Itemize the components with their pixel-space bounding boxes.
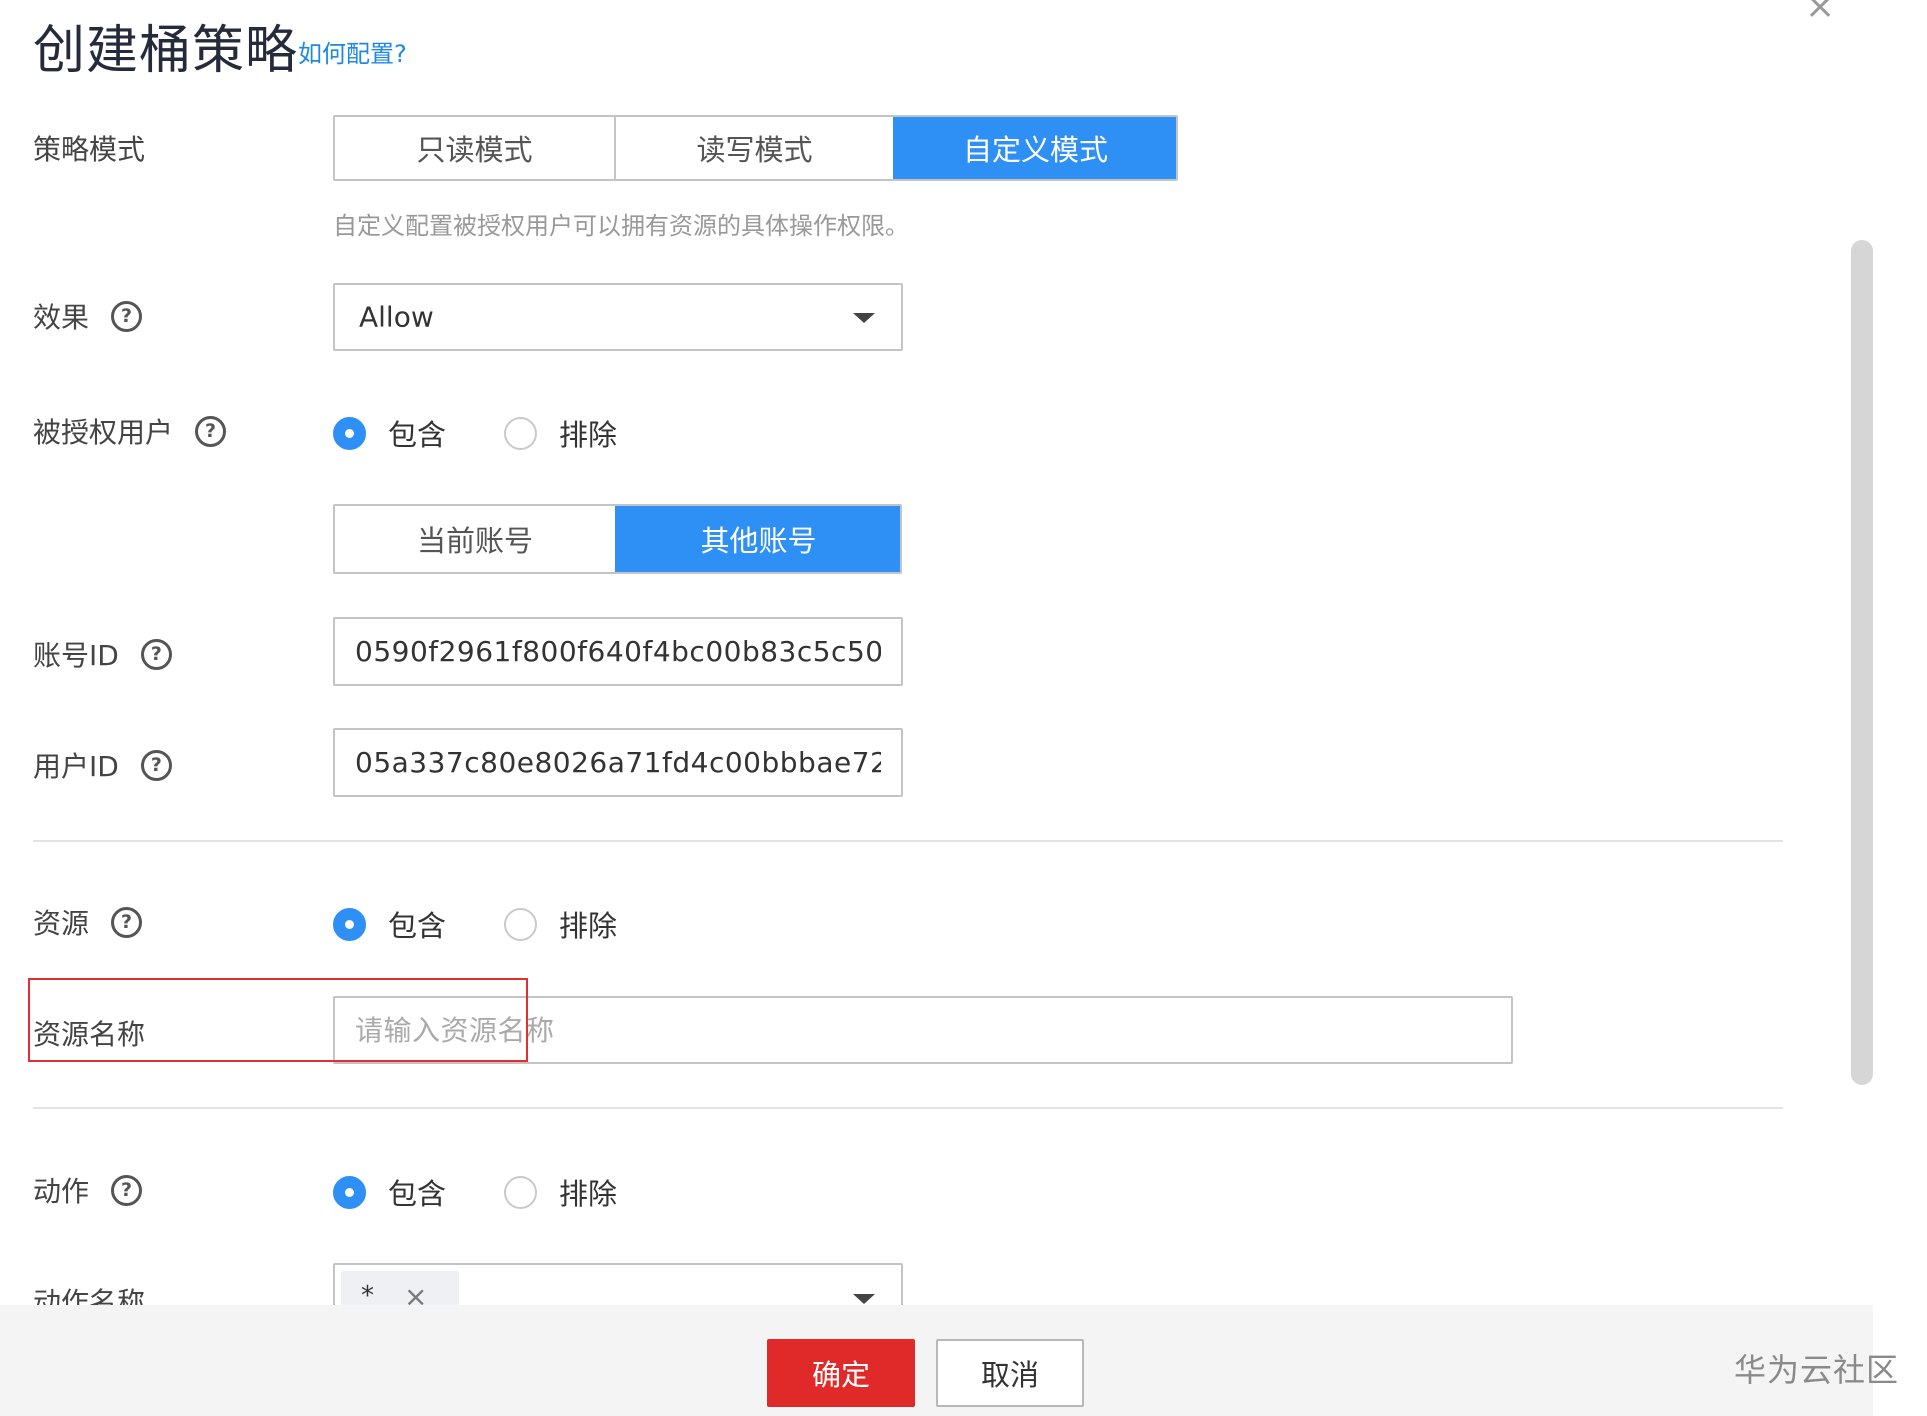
- radio-checked-icon: [333, 416, 366, 450]
- effect-select[interactable]: Allow: [333, 283, 903, 351]
- radio-checked-icon: [333, 907, 366, 941]
- authorized-users-label: 被授权用户 ?: [33, 411, 227, 451]
- help-circle-icon[interactable]: ?: [195, 415, 227, 447]
- action-label: 动作 ?: [33, 1170, 143, 1210]
- radio-label: 包含: [388, 1177, 447, 1211]
- resource-name-label: 资源名称: [33, 1013, 145, 1053]
- action-exclude-radio[interactable]: 排除: [504, 1171, 617, 1213]
- authorized-users-label-text: 被授权用户: [33, 416, 174, 449]
- radio-checked-icon: [333, 1175, 366, 1209]
- user-id-label: 用户ID ?: [33, 745, 172, 785]
- dialog-footer: 确定 取消: [0, 1305, 1873, 1416]
- cancel-button[interactable]: 取消: [936, 1339, 1084, 1407]
- resource-include-radio[interactable]: 包含: [333, 903, 446, 945]
- section-divider: [33, 1107, 1783, 1109]
- resource-label: 资源 ?: [33, 902, 143, 942]
- policy-mode-label: 策略模式: [33, 128, 145, 168]
- help-circle-icon[interactable]: ?: [111, 906, 143, 938]
- tab-current-account[interactable]: 当前账号: [335, 506, 615, 572]
- radio-label: 包含: [388, 909, 447, 943]
- policy-mode-readwrite[interactable]: 读写模式: [614, 117, 893, 179]
- tab-other-account[interactable]: 其他账号: [615, 506, 900, 572]
- confirm-button[interactable]: 确定: [767, 1339, 915, 1407]
- authorized-users-radio-group: 包含 排除: [333, 412, 617, 454]
- radio-label: 包含: [388, 418, 447, 452]
- policy-mode-readonly[interactable]: 只读模式: [335, 117, 614, 179]
- authorized-users-exclude-radio[interactable]: 排除: [504, 412, 617, 454]
- effect-select-value: Allow: [359, 300, 434, 334]
- radio-label: 排除: [559, 418, 618, 452]
- action-label-text: 动作: [33, 1175, 90, 1208]
- resource-name-input[interactable]: [333, 996, 1513, 1064]
- policy-mode-custom[interactable]: 自定义模式: [893, 117, 1176, 179]
- help-circle-icon[interactable]: ?: [140, 749, 172, 781]
- effect-label: 效果 ?: [33, 296, 143, 336]
- policy-mode-segmented: 只读模式 读写模式 自定义模式: [333, 115, 1178, 181]
- scrollbar-thumb[interactable]: [1851, 240, 1873, 1085]
- resource-exclude-radio[interactable]: 排除: [504, 903, 617, 945]
- help-circle-icon[interactable]: ?: [111, 1174, 143, 1206]
- action-radio-group: 包含 排除: [333, 1171, 617, 1213]
- policy-mode-label-text: 策略模式: [33, 133, 146, 166]
- user-id-label-text: 用户ID: [33, 750, 119, 783]
- caret-down-icon: [853, 1294, 875, 1304]
- radio-unchecked-icon: [504, 907, 538, 941]
- radio-label: 排除: [559, 909, 618, 943]
- help-link[interactable]: 如何配置?: [298, 34, 407, 69]
- resource-name-label-text: 资源名称: [33, 1018, 146, 1051]
- authorized-users-include-radio[interactable]: 包含: [333, 412, 446, 454]
- section-divider: [33, 840, 1783, 842]
- close-icon[interactable]: ×: [1805, 0, 1835, 27]
- dialog-title: 创建桶策略: [33, 21, 299, 81]
- radio-unchecked-icon: [504, 416, 538, 450]
- action-include-radio[interactable]: 包含: [333, 1171, 446, 1213]
- effect-label-text: 效果: [33, 301, 90, 334]
- radio-label: 排除: [559, 1177, 618, 1211]
- account-id-label-text: 账号ID: [33, 639, 119, 672]
- caret-down-icon: [853, 313, 875, 323]
- account-id-label: 账号ID ?: [33, 634, 172, 674]
- radio-unchecked-icon: [504, 1175, 538, 1209]
- help-circle-icon[interactable]: ?: [140, 638, 172, 670]
- policy-mode-hint: 自定义配置被授权用户可以拥有资源的具体操作权限。: [333, 212, 909, 240]
- account-id-input[interactable]: [333, 617, 903, 686]
- resource-label-text: 资源: [33, 907, 90, 940]
- account-type-segmented: 当前账号 其他账号: [333, 504, 902, 574]
- user-id-input[interactable]: [333, 728, 903, 797]
- help-circle-icon[interactable]: ?: [111, 300, 143, 332]
- watermark-text: 华为云社区: [1734, 1351, 1900, 1389]
- resource-radio-group: 包含 排除: [333, 903, 617, 945]
